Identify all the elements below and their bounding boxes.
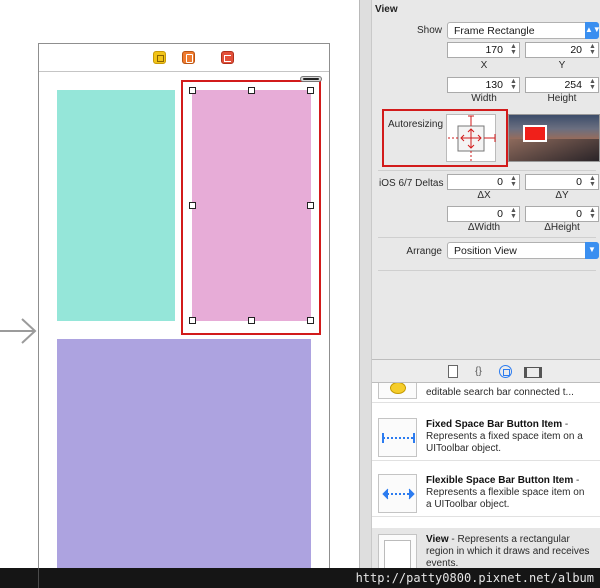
stepper-icon[interactable]: ▲ ▼	[588, 78, 597, 91]
delta-width-value: 0	[497, 208, 503, 220]
resize-handle-bottom[interactable]	[248, 317, 255, 324]
scene-dock	[39, 44, 329, 72]
delta-width-field[interactable]: 0 ▲ ▼	[447, 206, 520, 222]
x-field[interactable]: 170 ▲ ▼	[447, 42, 520, 58]
y-value: 20	[570, 44, 582, 56]
stepper-icon[interactable]: ▲ ▼	[509, 207, 518, 220]
divider	[378, 170, 596, 171]
library-item-search-bar[interactable]: editable search bar connected t...	[372, 383, 600, 403]
size-inspector: View Show Frame Rectangle ▲▼ 170 ▲ ▼ X 20…	[372, 0, 600, 360]
initial-scene-arrow-icon	[0, 318, 37, 344]
library-item-flexible-space[interactable]: Flexible Space Bar Button Item - Represe…	[372, 471, 600, 517]
delta-width-label: ΔWidth	[467, 222, 501, 233]
stepper-icon[interactable]: ▲ ▼	[588, 175, 597, 188]
object-library-list[interactable]: editable search bar connected t... Fixed…	[372, 383, 600, 568]
divider	[378, 237, 596, 238]
search-bar-thumbnail-icon	[378, 383, 417, 399]
flexible-space-thumbnail-icon	[378, 474, 417, 513]
autoresizing-label: Autoresizing	[388, 119, 444, 130]
show-label: Show	[416, 25, 442, 36]
resize-handle-top-right[interactable]	[307, 87, 314, 94]
divider	[378, 270, 596, 271]
size-indicator	[300, 76, 322, 82]
delta-x-value: 0	[497, 176, 503, 188]
autoresizing-preview	[508, 114, 600, 162]
y-field[interactable]: 20 ▲ ▼	[525, 42, 599, 58]
resize-handle-top[interactable]	[248, 87, 255, 94]
first-responder-icon[interactable]	[182, 51, 195, 64]
library-item-fixed-space[interactable]: Fixed Space Bar Button Item - Represents…	[372, 415, 600, 461]
stepper-icon[interactable]: ▲ ▼	[588, 207, 597, 220]
selection-highlight	[181, 80, 321, 335]
resize-handle-top-left[interactable]	[189, 87, 196, 94]
delta-height-value: 0	[576, 208, 582, 220]
height-label: Height	[547, 93, 577, 104]
arrange-popup[interactable]: Position View ▼	[447, 242, 599, 259]
stepper-icon[interactable]: ▲ ▼	[588, 43, 597, 56]
fixed-space-thumbnail-icon	[378, 418, 417, 457]
delta-x-field[interactable]: 0 ▲ ▼	[447, 174, 520, 190]
height-value: 254	[564, 79, 582, 91]
x-value: 170	[485, 44, 503, 56]
list-item-text: View - Represents a rectangular region i…	[426, 534, 592, 568]
width-field[interactable]: 130 ▲ ▼	[447, 77, 520, 93]
arrange-popup-value: Position View	[454, 245, 517, 257]
height-field[interactable]: 254 ▲ ▼	[525, 77, 599, 93]
object-library-icon[interactable]	[499, 365, 512, 378]
inspector-panel: View Show Frame Rectangle ▲▼ 170 ▲ ▼ X 20…	[359, 0, 600, 588]
y-label: Y	[558, 60, 566, 71]
show-popup-value: Frame Rectangle	[454, 25, 535, 37]
width-value: 130	[485, 79, 503, 91]
list-item-text: Flexible Space Bar Button Item - Represe…	[426, 475, 592, 511]
preview-view-icon	[523, 125, 547, 142]
view-thumbnail-icon	[378, 534, 417, 568]
show-popup[interactable]: Frame Rectangle ▲▼	[447, 22, 600, 39]
resize-handle-right[interactable]	[307, 202, 314, 209]
exit-icon[interactable]	[221, 51, 234, 64]
list-item-description: editable search bar connected t...	[426, 387, 574, 398]
resize-handle-bottom-left[interactable]	[189, 317, 196, 324]
view-controller-icon[interactable]	[153, 51, 166, 64]
file-template-icon[interactable]	[446, 365, 459, 378]
list-item-title: Fixed Space Bar Button Item	[426, 419, 563, 430]
divider	[38, 568, 39, 588]
storyboard-canvas[interactable]	[0, 0, 358, 588]
delta-y-value: 0	[576, 176, 582, 188]
chevron-down-icon: ▼	[585, 242, 599, 259]
delta-y-label: ΔY	[555, 190, 569, 201]
autoresizing-control[interactable]	[446, 114, 496, 162]
arrange-label: Arrange	[406, 246, 442, 257]
watermark-url: http://patty0800.pixnet.net/album	[355, 571, 594, 585]
delta-x-label: ΔX	[477, 190, 491, 201]
delta-height-label: ΔHeight	[544, 222, 580, 233]
list-item-title: Flexible Space Bar Button Item	[426, 475, 574, 486]
status-bar: http://patty0800.pixnet.net/album	[0, 568, 600, 588]
library-item-view[interactable]: View - Represents a rectangular region i…	[372, 528, 600, 568]
list-item-text: Fixed Space Bar Button Item - Represents…	[426, 419, 592, 455]
stepper-icon[interactable]: ▲ ▼	[509, 78, 518, 91]
code-snippet-icon[interactable]: {}	[472, 365, 485, 378]
stepper-icon[interactable]: ▲ ▼	[509, 43, 518, 56]
resize-handle-bottom-right[interactable]	[307, 317, 314, 324]
list-item-title: View	[426, 534, 449, 545]
teal-subview[interactable]	[57, 90, 175, 321]
delta-height-field[interactable]: 0 ▲ ▼	[525, 206, 599, 222]
media-library-icon[interactable]	[524, 365, 542, 378]
x-label: X	[480, 60, 488, 71]
resize-handle-left[interactable]	[189, 202, 196, 209]
library-tab-bar: {}	[372, 359, 600, 383]
autoresizing-struts-icon	[448, 115, 496, 162]
width-label: Width	[471, 93, 497, 104]
ios-deltas-label: iOS 6/7 Deltas	[379, 178, 444, 189]
section-title: View	[375, 4, 398, 15]
purple-subview[interactable]	[57, 339, 311, 588]
list-item-description: - Represents a rectangular region in whi…	[426, 534, 590, 568]
stepper-icon[interactable]: ▲ ▼	[509, 175, 518, 188]
split-view-divider[interactable]	[360, 0, 372, 588]
delta-y-field[interactable]: 0 ▲ ▼	[525, 174, 599, 190]
chevron-updown-icon: ▲▼	[585, 22, 600, 39]
